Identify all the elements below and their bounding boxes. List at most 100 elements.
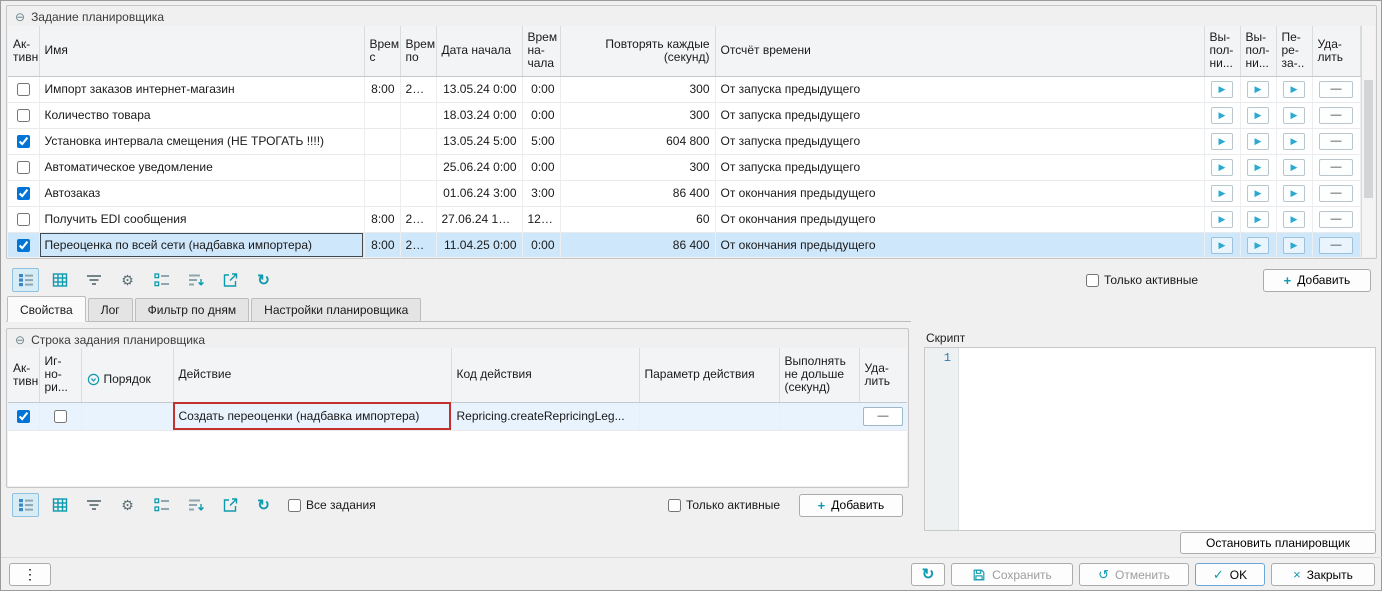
collapse-icon[interactable]: ⊖	[15, 334, 25, 346]
cell-action[interactable]: Создать переоценки (надбавка импортера)	[173, 402, 451, 430]
execute-2-button[interactable]: ▶	[1247, 211, 1269, 228]
cell-time-to[interactable]	[400, 180, 436, 206]
sort-button[interactable]	[182, 268, 209, 292]
checklist-button[interactable]	[148, 493, 175, 517]
cell-repeat-every[interactable]: 300	[560, 102, 715, 128]
col-header-execute-2[interactable]: Вы- пол- ни...	[1240, 26, 1276, 76]
cell-order[interactable]	[81, 402, 173, 430]
view-table-button[interactable]	[46, 493, 73, 517]
restart-button[interactable]: ▶	[1283, 237, 1305, 254]
cell-start-date[interactable]: 01.06.24 3:00	[436, 180, 522, 206]
cell-action-code[interactable]: Repricing.createRepricingLeg...	[451, 402, 639, 430]
only-active-input[interactable]	[1086, 274, 1099, 287]
settings-button[interactable]: ⚙	[114, 493, 141, 517]
execute-button[interactable]: ▶	[1211, 185, 1233, 202]
only-active-input[interactable]	[668, 499, 681, 512]
cell-repeat-every[interactable]: 86 400	[560, 232, 715, 257]
cell-repeat-every[interactable]: 86 400	[560, 180, 715, 206]
vertical-scrollbar[interactable]	[1361, 26, 1376, 257]
execute-button[interactable]: ▶	[1211, 159, 1233, 176]
col-header-start-time[interactable]: Врем на- чала	[522, 26, 560, 76]
col-header-delete[interactable]: Уда- лить	[1312, 26, 1360, 76]
tab-scheduler-settings[interactable]: Настройки планировщика	[251, 298, 421, 321]
task-line-row[interactable]: Создать переоценки (надбавка импортера) …	[8, 402, 907, 430]
cell-time-from[interactable]	[364, 102, 400, 128]
table-row[interactable]: Импорт заказов интернет-магазин 8:00 22:…	[8, 76, 1360, 102]
collapse-icon[interactable]: ⊖	[15, 11, 25, 23]
cell-countdown[interactable]: От запуска предыдущего	[715, 154, 1204, 180]
table-row[interactable]: Получить EDI сообщения 8:00 20:00 27.06.…	[8, 206, 1360, 232]
open-window-button[interactable]	[216, 268, 243, 292]
cell-start-time[interactable]: 0:00	[522, 102, 560, 128]
cell-repeat-every[interactable]: 60	[560, 206, 715, 232]
delete-row-button[interactable]: —	[1319, 185, 1353, 202]
restart-button[interactable]: ▶	[1283, 211, 1305, 228]
execute-2-button[interactable]: ▶	[1247, 81, 1269, 98]
checklist-button[interactable]	[148, 268, 175, 292]
cell-start-time[interactable]: 12:37	[522, 206, 560, 232]
cell-name[interactable]: Количество товара	[39, 102, 364, 128]
cell-max-duration[interactable]	[779, 402, 859, 430]
all-tasks-checkbox[interactable]: Все задания	[288, 498, 376, 512]
cell-start-time[interactable]: 0:00	[522, 76, 560, 102]
row-active-checkbox[interactable]	[17, 161, 30, 174]
tab-day-filter[interactable]: Фильтр по дням	[135, 298, 250, 321]
stop-scheduler-button[interactable]: Остановить планировщик	[1180, 532, 1376, 554]
scrollbar-thumb[interactable]	[1364, 80, 1374, 198]
only-active-checkbox-top[interactable]: Только активные	[1086, 273, 1198, 287]
table-row[interactable]: Количество товара 18.03.24 0:00 0:00 300…	[8, 102, 1360, 128]
col-header-order[interactable]: Порядок	[81, 348, 173, 402]
cell-time-from[interactable]: 8:00	[364, 206, 400, 232]
refresh-button[interactable]: ↻	[250, 268, 277, 292]
restart-button[interactable]: ▶	[1283, 185, 1305, 202]
col-header-time-to[interactable]: Врем по	[400, 26, 436, 76]
col-header-ignore[interactable]: Иг- но- ри...	[39, 348, 81, 402]
cell-countdown[interactable]: От окончания предыдущего	[715, 206, 1204, 232]
cell-countdown[interactable]: От запуска предыдущего	[715, 76, 1204, 102]
only-active-checkbox-bottom[interactable]: Только активные	[668, 498, 780, 512]
execute-button[interactable]: ▶	[1211, 237, 1233, 254]
view-table-button[interactable]	[46, 268, 73, 292]
cell-time-to[interactable]: 20:00	[400, 232, 436, 257]
refresh-button[interactable]: ↻	[250, 493, 277, 517]
execute-2-button[interactable]: ▶	[1247, 185, 1269, 202]
delete-row-button[interactable]: —	[1319, 107, 1353, 124]
open-window-button[interactable]	[216, 493, 243, 517]
cell-countdown[interactable]: От окончания предыдущего	[715, 180, 1204, 206]
sort-button[interactable]	[182, 493, 209, 517]
restart-button[interactable]: ▶	[1283, 133, 1305, 150]
execute-2-button[interactable]: ▶	[1247, 237, 1269, 254]
cell-time-from[interactable]: 8:00	[364, 232, 400, 257]
cell-time-to[interactable]: 20:00	[400, 206, 436, 232]
cell-action-param[interactable]	[639, 402, 779, 430]
row-ignore-checkbox[interactable]	[54, 410, 67, 423]
cell-name[interactable]: Установка интервала смещения (НЕ ТРОГАТЬ…	[39, 128, 364, 154]
add-task-line-button[interactable]: + Добавить	[799, 494, 903, 517]
menu-button[interactable]: ⋮	[9, 563, 51, 586]
cell-name[interactable]: Автозаказ	[39, 180, 364, 206]
cell-time-from[interactable]	[364, 154, 400, 180]
cell-start-date[interactable]: 11.04.25 0:00	[436, 232, 522, 257]
cell-name[interactable]: Получить EDI сообщения	[39, 206, 364, 232]
row-active-checkbox[interactable]	[17, 213, 30, 226]
cell-name[interactable]: Переоценка по всей сети (надбавка импорт…	[39, 232, 364, 257]
cell-time-from[interactable]: 8:00	[364, 76, 400, 102]
cell-name[interactable]: Автоматическое уведомление	[39, 154, 364, 180]
cell-repeat-every[interactable]: 300	[560, 76, 715, 102]
delete-row-button[interactable]: —	[1319, 159, 1353, 176]
col-header-repeat-every[interactable]: Повторять каждые (секунд)	[560, 26, 715, 76]
col-header-name[interactable]: Имя	[39, 26, 364, 76]
col-header-countdown[interactable]: Отсчёт времени	[715, 26, 1204, 76]
cell-start-time[interactable]: 0:00	[522, 154, 560, 180]
close-button[interactable]: × Закрыть	[1271, 563, 1375, 586]
cell-repeat-every[interactable]: 604 800	[560, 128, 715, 154]
cell-start-date[interactable]: 25.06.24 0:00	[436, 154, 522, 180]
col-header-restart[interactable]: Пе- ре- за-..	[1276, 26, 1312, 76]
script-editor[interactable]	[959, 348, 1375, 530]
ok-button[interactable]: ✓ OK	[1195, 563, 1265, 586]
delete-row-button[interactable]: —	[1319, 133, 1353, 150]
execute-button[interactable]: ▶	[1211, 133, 1233, 150]
table-row[interactable]: Автоматическое уведомление 25.06.24 0:00…	[8, 154, 1360, 180]
refresh-form-button[interactable]: ↻	[911, 563, 945, 586]
filter-button[interactable]	[80, 493, 107, 517]
